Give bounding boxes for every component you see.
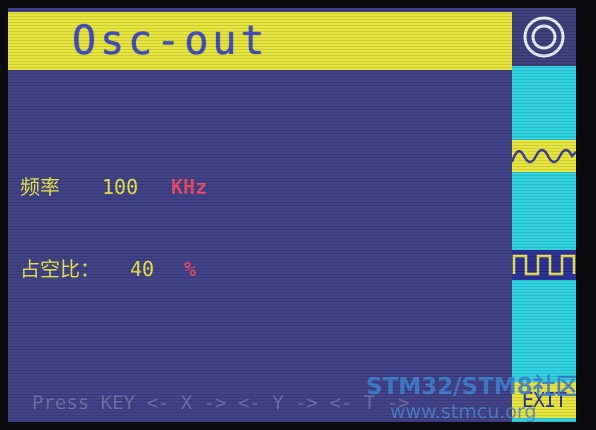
sine-wave-icon (510, 148, 576, 164)
target-circle-icon (523, 16, 565, 58)
square-wave-button[interactable] (512, 250, 576, 280)
duty-cycle-value: 40 (130, 257, 155, 281)
lcd-screen: Osc-out 频率 100 KHz 占空比： 40 % EXIT Press … (8, 8, 576, 422)
title-bar: Osc-out (8, 12, 512, 70)
frequency-label: 频率 (20, 175, 60, 199)
square-wave-icon (512, 254, 576, 276)
duty-cycle-unit: % (184, 257, 197, 281)
key-hint: Press KEY <- X -> <- Y -> <- T -> (32, 392, 410, 414)
sine-wave-button[interactable] (510, 140, 576, 172)
target-circle-button[interactable] (512, 8, 576, 66)
watermark-brand: STM32/STM8社区 (366, 374, 576, 400)
sidebar: EXIT (510, 8, 576, 422)
frequency-unit: KHz (171, 175, 208, 199)
watermark-url: www.stmcu.org (390, 401, 537, 422)
frequency-value: 100 (102, 175, 139, 199)
duty-cycle-label: 占空比： (20, 257, 100, 281)
page-title: Osc-out (72, 18, 269, 64)
